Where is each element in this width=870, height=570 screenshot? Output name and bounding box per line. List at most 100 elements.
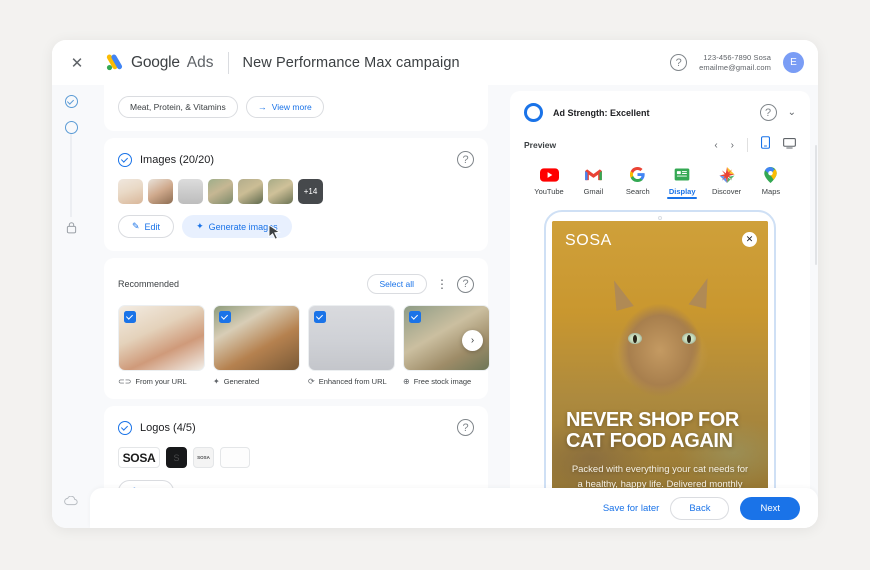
tab-display[interactable]: Display [661, 166, 703, 199]
logos-help-icon[interactable]: ? [457, 419, 474, 436]
ad-strength-label: Ad Strength: Excellent [553, 107, 650, 118]
cat-body-shape [606, 300, 714, 421]
edit-images-button[interactable]: ✎ Edit [118, 215, 175, 238]
preview-column: Ad Strength: Excellent ? ⌄ Preview ‹ › Y… [502, 85, 818, 528]
ad-strength-actions: ? ⌄ [759, 104, 796, 121]
logo-small-mark[interactable]: SOSA [193, 447, 214, 468]
tab-search[interactable]: Search [617, 166, 659, 196]
recommended-item: ⊂⊃ From your URL [118, 305, 205, 386]
chevron-down-icon[interactable]: ⌄ [788, 107, 796, 118]
view-more-chip[interactable]: → View more [245, 96, 324, 118]
recommended-image[interactable] [118, 305, 205, 371]
google-ads-icon [106, 54, 123, 70]
ad-headline-line-1: NEVER SHOP FOR [566, 409, 739, 431]
ad-brand-logo: SOSA [565, 232, 612, 249]
image-thumbnail[interactable] [148, 179, 173, 204]
brand-ads: Ads [186, 53, 214, 71]
logo-placeholder[interactable] [220, 447, 250, 468]
images-help-icon[interactable]: ? [457, 151, 474, 168]
rail-step-current[interactable] [64, 121, 78, 134]
header-divider [227, 51, 229, 74]
image-thumbnail-row: +14 [118, 179, 474, 204]
recommended-item: ✦ Generated [213, 305, 300, 386]
tab-display-label: Display [668, 187, 696, 196]
enhance-icon: ⟳ [308, 377, 315, 386]
select-checkbox[interactable] [124, 311, 136, 323]
logos-card-title: Logos (4/5) [140, 421, 196, 434]
recommended-source: ⊕ Free stock image [403, 377, 490, 386]
tab-gmail[interactable]: Gmail [572, 166, 614, 196]
select-checkbox[interactable] [409, 311, 421, 323]
category-chip[interactable]: Meat, Protein, & Vitamins [118, 96, 238, 118]
close-button[interactable]: ✕ [64, 50, 90, 76]
edit-images-label: Edit [144, 221, 161, 232]
ad-strength-row: Ad Strength: Excellent ? ⌄ [524, 91, 796, 131]
select-checkbox[interactable] [219, 311, 231, 323]
avatar[interactable]: E [783, 52, 804, 73]
top-bar: ✕ Google Ads New Performance Max campaig… [52, 40, 818, 85]
logo-row: SOSA S SOSA [118, 447, 474, 468]
next-button[interactable]: Next [740, 496, 800, 520]
image-overflow-count[interactable]: +14 [298, 179, 323, 204]
tab-maps[interactable]: Maps [750, 166, 792, 196]
tab-youtube[interactable]: YouTube [528, 166, 570, 196]
ad-close-icon[interactable]: ✕ [742, 232, 757, 247]
image-thumbnail[interactable] [238, 179, 263, 204]
recommended-image[interactable] [213, 305, 300, 371]
sparkle-icon: ✦ [213, 377, 220, 386]
ad-strength-help-icon[interactable]: ? [759, 104, 777, 121]
image-thumbnail[interactable] [208, 179, 233, 204]
google-ads-logo: Google Ads [104, 53, 214, 73]
controls-divider [747, 138, 748, 152]
discover-icon [719, 166, 735, 183]
preview-controls: ‹ › [714, 136, 796, 154]
preview-panel: Ad Strength: Excellent ? ⌄ Preview ‹ › Y… [510, 91, 810, 528]
select-all-button[interactable]: Select all [366, 274, 427, 294]
more-options-icon[interactable]: ⋮ [436, 278, 448, 290]
logos-complete-icon [118, 420, 132, 435]
preview-scrollbar[interactable] [815, 145, 817, 265]
tab-discover[interactable]: Discover [706, 166, 748, 196]
logo-wordmark[interactable]: SOSA [118, 447, 160, 468]
preview-next-button[interactable]: › [731, 140, 734, 151]
preview-prev-button[interactable]: ‹ [714, 140, 717, 151]
youtube-icon [539, 166, 559, 183]
save-for-later-button[interactable]: Save for later [603, 503, 660, 514]
mobile-view-icon[interactable] [761, 136, 771, 154]
image-thumbnail[interactable] [178, 179, 203, 204]
globe-icon: ⊕ [403, 377, 410, 386]
image-thumbnail[interactable] [118, 179, 143, 204]
preview-label: Preview [524, 140, 557, 150]
tab-gmail-label: Gmail [583, 187, 604, 196]
page-title: New Performance Max campaign [242, 54, 460, 71]
ad-strength-ring-icon [524, 103, 543, 122]
cat-eye-right [682, 333, 696, 344]
rail-step-completed[interactable] [64, 95, 78, 108]
recommended-source-label: Enhanced from URL [318, 377, 387, 386]
filter-chip-row: Meat, Protein, & Vitamins → View more [118, 96, 474, 118]
logo-square-mark[interactable]: S [166, 447, 187, 468]
lock-icon [66, 221, 77, 239]
display-icon [674, 166, 690, 183]
help-icon[interactable]: ? [670, 54, 688, 71]
recommended-card: Recommended Select all ⋮ ? ⊂⊃ From your … [104, 258, 490, 399]
ad-headline: NEVER SHOP FOR CAT FOOD AGAIN [566, 410, 756, 452]
desktop-view-icon[interactable] [783, 136, 796, 154]
select-checkbox[interactable] [314, 311, 326, 323]
recommended-source-label: Free stock image [413, 377, 472, 386]
recommended-image[interactable] [308, 305, 395, 371]
recommended-image-carousel: ⊂⊃ From your URL ✦ Generated ⟳ Enhanced … [118, 305, 490, 386]
brand-google: Google [131, 53, 180, 71]
carousel-next-button[interactable]: › [462, 330, 483, 351]
ad-creative[interactable]: SOSA ✕ NEVER SHOP FOR CAT FOOD AGAIN Pac… [552, 221, 768, 526]
sparkle-icon: ✦ [196, 221, 204, 231]
image-thumbnail[interactable] [268, 179, 293, 204]
recommended-help-icon[interactable]: ? [457, 275, 474, 293]
phone-camera-dot [658, 216, 662, 220]
mouse-cursor [268, 224, 281, 240]
back-button[interactable]: Back [670, 496, 730, 520]
phone-preview-wrapper: SOSA ✕ NEVER SHOP FOR CAT FOOD AGAIN Pac… [524, 196, 796, 528]
recommended-source: ⟳ Enhanced from URL [308, 377, 395, 386]
recommended-source: ⊂⊃ From your URL [118, 377, 205, 386]
gmail-icon [585, 166, 602, 183]
